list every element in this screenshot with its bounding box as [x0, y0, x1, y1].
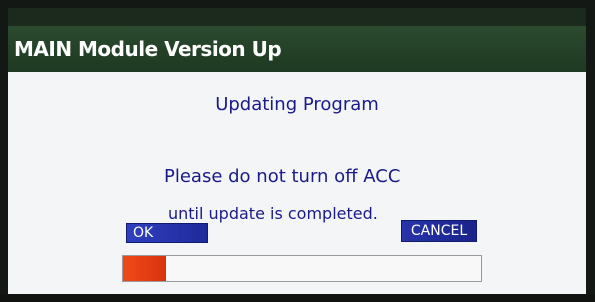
- cancel-button[interactable]: CANCEL: [401, 220, 477, 242]
- screen-top-strip: [8, 8, 586, 26]
- window-title: MAIN Module Version Up: [14, 37, 282, 61]
- dialog-content: Updating Program Please do not turn off …: [8, 72, 586, 294]
- message-line-1: Please do not turn off ACC: [164, 166, 401, 187]
- bezel-bottom: [0, 294, 595, 302]
- progress-bar-fill: [123, 256, 166, 281]
- screen: MAIN Module Version Up Updating Program …: [8, 8, 586, 294]
- title-bar: MAIN Module Version Up: [8, 26, 586, 72]
- device-bezel: MAIN Module Version Up Updating Program …: [0, 0, 595, 302]
- message-line-2: until update is completed.: [168, 204, 378, 223]
- dialog-heading: Updating Program: [215, 94, 379, 115]
- progress-bar: [122, 255, 482, 282]
- ok-button[interactable]: OK: [126, 223, 208, 243]
